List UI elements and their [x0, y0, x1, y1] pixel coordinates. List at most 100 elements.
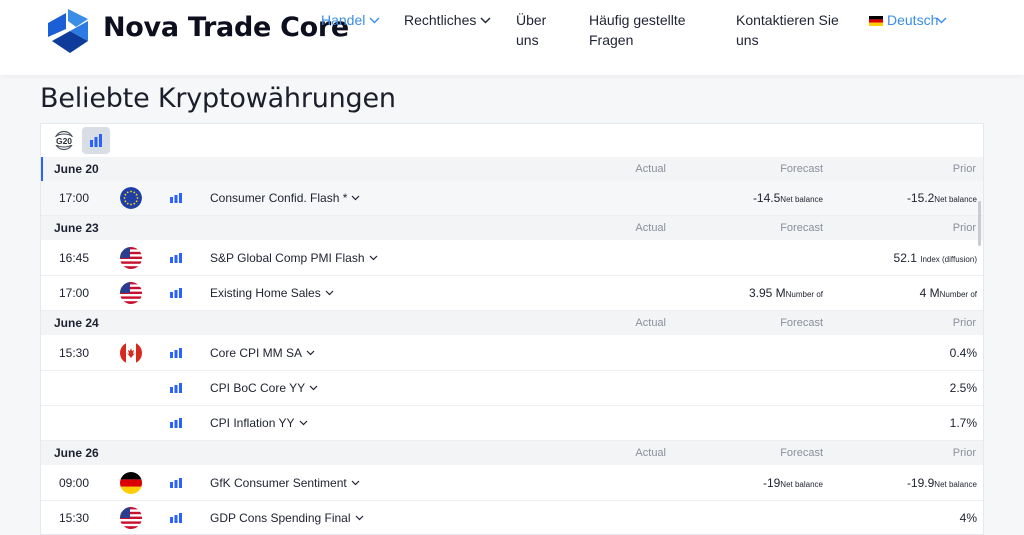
- event-row[interactable]: CPI BoC Core YY 2.5%: [41, 371, 983, 406]
- chevron-down-icon[interactable]: [306, 350, 315, 356]
- event-name-text: GDP Cons Spending Final: [210, 511, 351, 525]
- date-label: June 26: [54, 446, 99, 460]
- column-actual: Actual: [635, 222, 666, 234]
- event-name: Consumer Confid. Flash *: [210, 191, 360, 205]
- nav-faq[interactable]: Häufig gestellte Fragen: [589, 10, 709, 50]
- prior-value: 0.4%: [949, 346, 977, 360]
- prior-value: -19.9Net balance: [907, 476, 977, 490]
- column-forecast: Forecast: [780, 447, 823, 459]
- nav-handel-label: Handel: [321, 12, 366, 28]
- event-name: Existing Home Sales: [210, 286, 334, 300]
- nav-ueber-uns[interactable]: Über uns: [516, 10, 560, 50]
- event-name: GfK Consumer Sentiment: [210, 476, 360, 490]
- nova-logo-icon[interactable]: [46, 7, 90, 55]
- prior-value: 52.1 Index (diffusion): [894, 251, 977, 265]
- chevron-down-icon: [936, 17, 947, 24]
- prior-value: 1.7%: [949, 416, 977, 430]
- column-forecast: Forecast: [780, 163, 823, 175]
- column-prior: Prior: [952, 447, 976, 459]
- prior-value: 2.5%: [949, 381, 977, 395]
- g20-filter-button[interactable]: G20: [50, 127, 78, 154]
- date-header: June 26 Actual Forecast Prior: [41, 441, 983, 465]
- scrollbar-thumb[interactable]: [978, 201, 981, 246]
- importance-icon: [170, 478, 182, 488]
- economic-calendar-widget: G20 June 20 Actual Forecast Prior 17:00 …: [40, 123, 984, 535]
- date-header: June 24 Actual Forecast Prior: [41, 311, 983, 335]
- prior-number: 52.1: [893, 251, 917, 265]
- date-label: June 23: [54, 221, 99, 235]
- prior-unit: Index (diffusion): [920, 255, 977, 264]
- event-row[interactable]: 15:30 Core CPI MM SA 0.4%: [41, 336, 983, 371]
- column-forecast: Forecast: [780, 222, 823, 234]
- event-name-text: CPI Inflation YY: [210, 416, 295, 430]
- event-name: S&P Global Comp PMI Flash: [210, 251, 378, 265]
- importance-icon: [170, 253, 182, 263]
- event-name: CPI Inflation YY: [210, 416, 308, 430]
- event-name: CPI BoC Core YY: [210, 381, 318, 395]
- forecast-value: -14.5Net balance: [753, 191, 823, 205]
- canada-flag-icon: [120, 342, 142, 364]
- prior-value: 4%: [959, 511, 977, 525]
- event-row[interactable]: 09:00 GfK Consumer Sentiment -19Net bala…: [41, 466, 983, 501]
- nav-kontakt[interactable]: Kontaktieren Sie uns: [736, 10, 846, 50]
- chevron-down-icon[interactable]: [299, 420, 308, 426]
- prior-value: 4 MNumber of: [920, 286, 977, 300]
- forecast-value: 3.95 MNumber of: [749, 286, 823, 300]
- importance-filter-button[interactable]: [82, 127, 110, 154]
- prior-number: -15.2: [906, 191, 935, 205]
- calendar-toolbar: G20: [41, 124, 983, 156]
- event-row[interactable]: 17:00 Consumer Confid. Flash * -14.5Net …: [41, 181, 983, 216]
- germany-flag-icon: [120, 472, 142, 494]
- event-row[interactable]: 16:45 S&P Global Comp PMI Flash 52.1 Ind…: [41, 241, 983, 276]
- prior-number: -19.9: [906, 476, 935, 490]
- forecast-number: -14.5: [752, 191, 781, 205]
- column-prior: Prior: [952, 163, 976, 175]
- event-row[interactable]: CPI Inflation YY 1.7%: [41, 406, 983, 441]
- bar-chart-icon: [90, 134, 102, 147]
- event-time: 15:30: [59, 511, 90, 525]
- event-name-text: GfK Consumer Sentiment: [210, 476, 347, 490]
- event-name-text: S&P Global Comp PMI Flash: [210, 251, 365, 265]
- language-label: Deutsch: [887, 12, 939, 28]
- event-name: Core CPI MM SA: [210, 346, 315, 360]
- forecast-number: 3.95 M: [748, 286, 786, 300]
- language-selector[interactable]: Deutsch: [869, 10, 947, 30]
- column-actual: Actual: [635, 163, 666, 175]
- column-actual: Actual: [635, 447, 666, 459]
- chevron-down-icon[interactable]: [309, 385, 318, 391]
- g20-globe-icon: G20: [53, 130, 75, 151]
- chevron-down-icon[interactable]: [351, 480, 360, 486]
- nav-rechtliches[interactable]: Rechtliches: [404, 10, 491, 30]
- chevron-down-icon[interactable]: [325, 290, 334, 296]
- selection-accent: [41, 157, 43, 181]
- event-time: 16:45: [59, 251, 90, 265]
- brand-name[interactable]: Nova Trade Core: [103, 12, 349, 43]
- event-time: 17:00: [59, 286, 90, 300]
- event-row[interactable]: 17:00 Existing Home Sales 3.95 MNumber o…: [41, 276, 983, 311]
- chevron-down-icon[interactable]: [351, 195, 360, 201]
- top-navigation-bar: Nova Trade Core Handel Rechtliches Über …: [0, 0, 1024, 75]
- event-time: 15:30: [59, 346, 90, 360]
- event-row[interactable]: 15:30 GDP Cons Spending Final 4%: [41, 501, 983, 534]
- event-name-text: Core CPI MM SA: [210, 346, 303, 360]
- event-time: 09:00: [59, 476, 90, 490]
- chevron-down-icon[interactable]: [369, 255, 378, 261]
- chevron-down-icon[interactable]: [355, 515, 364, 521]
- germany-flag-icon: [869, 16, 883, 26]
- eu-flag-icon: [120, 187, 142, 209]
- nav-handel[interactable]: Handel: [321, 10, 380, 30]
- column-prior: Prior: [952, 317, 976, 329]
- g20-label: G20: [56, 136, 72, 146]
- forecast-unit: Net balance: [780, 480, 823, 489]
- event-name-text: CPI BoC Core YY: [210, 381, 306, 395]
- importance-icon: [170, 193, 182, 203]
- us-flag-icon: [120, 247, 142, 269]
- importance-icon: [170, 288, 182, 298]
- page-title: Beliebte Kryptowährungen: [40, 83, 396, 114]
- prior-value: -15.2Net balance: [907, 191, 977, 205]
- event-name-text: Existing Home Sales: [210, 286, 321, 300]
- forecast-number: -19: [762, 476, 781, 490]
- importance-icon: [170, 348, 182, 358]
- prior-unit: Number of: [939, 290, 977, 299]
- importance-icon: [170, 513, 182, 523]
